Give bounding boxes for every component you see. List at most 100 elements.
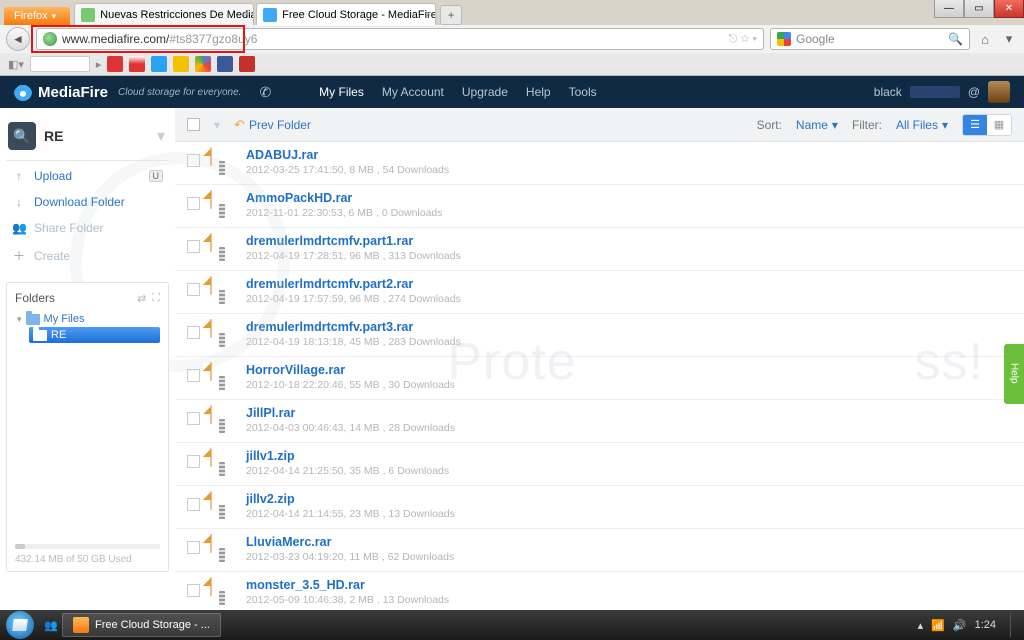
file-row[interactable]: AmmoPackHD.rar2012-11-01 22:30:53, 6 MB … <box>175 185 1024 228</box>
toolbar-dropdown-icon[interactable]: ▾ <box>214 118 220 132</box>
home-button[interactable]: ⌂ <box>976 32 994 47</box>
file-row[interactable]: JillPl.rar2012-04-03 00:46:43, 14 MB , 2… <box>175 400 1024 443</box>
file-checkbox[interactable] <box>187 541 200 554</box>
window-close-button[interactable]: ✕ <box>994 0 1024 18</box>
file-row[interactable]: ADABUJ.rar 2012-03-25 17:41:50, 8 MB , 54… <box>175 142 1024 185</box>
nav-tools[interactable]: Tools <box>569 85 597 99</box>
back-button[interactable]: ◄ <box>6 27 30 51</box>
google-icon <box>777 32 791 46</box>
sidebar-action-share-folder[interactable]: 👥Share Folder <box>6 215 169 241</box>
file-name[interactable]: jillv2.zip <box>246 492 455 506</box>
bookmark-icon[interactable] <box>173 56 189 72</box>
tray-volume-icon[interactable]: 🔊 <box>953 619 967 632</box>
sidebar-action-download-folder[interactable]: ↓Download Folder <box>6 189 169 215</box>
new-tab-button[interactable]: + <box>440 5 462 25</box>
chevron-down-icon: ▾ <box>832 118 838 132</box>
taskbar-pinned-icon[interactable]: 👥 <box>40 619 62 632</box>
file-row[interactable]: jillv1.zip2012-04-14 21:25:50, 35 MB , 6… <box>175 443 1024 486</box>
file-list[interactable]: ADABUJ.rar 2012-03-25 17:41:50, 8 MB , 54… <box>175 142 1024 611</box>
flame-icon <box>14 83 32 101</box>
file-name[interactable]: monster_3.5_HD.rar <box>246 578 449 592</box>
file-row[interactable]: dremulerlmdrtcmfv.part3.rar2012-04-19 18… <box>175 314 1024 357</box>
file-row[interactable]: jillv2.zip2012-04-14 21:14:55, 23 MB , 1… <box>175 486 1024 529</box>
search-bar[interactable]: Google 🔍 <box>770 28 970 50</box>
tab-close-icon[interactable]: × <box>425 9 431 20</box>
nav-upgrade[interactable]: Upgrade <box>462 85 508 99</box>
file-icon <box>210 277 236 307</box>
sidebar-action-create[interactable]: ＋Create <box>6 241 169 270</box>
file-name[interactable]: LluviaMerc.rar <box>246 535 454 549</box>
bookmark-icon[interactable] <box>129 56 145 72</box>
file-row[interactable]: monster_3.5_HD.rar 2012-05-09 10:46:38, 2… <box>175 572 1024 611</box>
sort-dropdown[interactable]: Name ▾ <box>796 118 838 132</box>
start-button[interactable] <box>6 611 34 639</box>
browser-tab[interactable]: Nuevas Restricciones De Mediafire Y ...× <box>74 3 254 25</box>
tree-root[interactable]: ▾ My Files <box>15 311 160 327</box>
expand-icon[interactable]: ⛶ <box>152 292 160 305</box>
file-checkbox[interactable] <box>187 369 200 382</box>
breadcrumb-dropdown-icon[interactable]: ▾ <box>157 126 165 146</box>
file-checkbox[interactable] <box>187 326 200 339</box>
file-name[interactable]: JillPl.rar <box>246 406 455 420</box>
sidebar-toggle-icon[interactable]: ◧▾ <box>8 58 24 71</box>
sidebar-action-upload[interactable]: ↑UploadU <box>6 163 169 189</box>
window-maximize-button[interactable]: ▭ <box>964 0 994 18</box>
mediafire-logo[interactable]: MediaFire Cloud storage for everyone. <box>14 83 241 101</box>
tab-close-icon[interactable]: × <box>243 9 249 20</box>
bookmark-icon[interactable] <box>217 56 233 72</box>
file-row[interactable]: LluviaMerc.rar2012-03-23 04:19:20, 11 MB… <box>175 529 1024 572</box>
tree-selected[interactable]: RE <box>29 327 160 343</box>
nav-my-account[interactable]: My Account <box>382 85 444 99</box>
file-name[interactable]: jillv1.zip <box>246 449 449 463</box>
bookmark-search[interactable] <box>30 56 90 72</box>
file-name[interactable]: dremulerlmdrtcmfv.part2.rar <box>246 277 461 291</box>
file-detail: 2012-03-25 17:41:50, 8 MB , 54 Downloads <box>246 164 449 176</box>
file-name[interactable]: dremulerlmdrtcmfv.part1.rar <box>246 234 461 248</box>
window-minimize-button[interactable]: — <box>934 0 964 18</box>
nav-my-files[interactable]: My Files <box>319 85 364 99</box>
nav-help[interactable]: Help <box>526 85 551 99</box>
file-name[interactable]: HorrorVillage.rar <box>246 363 455 377</box>
file-checkbox[interactable] <box>187 455 200 468</box>
file-checkbox[interactable] <box>187 154 200 167</box>
select-all-checkbox[interactable] <box>187 118 200 131</box>
file-checkbox[interactable] <box>187 240 200 253</box>
taskbar-app-firefox[interactable]: Free Cloud Storage - ... <box>62 613 221 637</box>
filter-dropdown[interactable]: All Files ▾ <box>896 118 948 132</box>
file-row[interactable]: dremulerlmdrtcmfv.part2.rar2012-04-19 17… <box>175 271 1024 314</box>
tray-clock[interactable]: 1:24 <box>975 619 996 631</box>
show-desktop-button[interactable] <box>1010 613 1018 637</box>
search-folder-icon[interactable]: 🔍 <box>8 122 36 150</box>
file-row[interactable]: dremulerlmdrtcmfv.part1.rar2012-04-19 17… <box>175 228 1024 271</box>
tray-show-hidden[interactable]: ▴ <box>918 619 924 632</box>
file-name[interactable]: AmmoPackHD.rar <box>246 191 443 205</box>
bookmark-icon[interactable] <box>107 56 123 72</box>
file-checkbox[interactable] <box>187 283 200 296</box>
file-name[interactable]: ADABUJ.rar <box>246 148 449 162</box>
bookmark-icon[interactable] <box>239 56 255 72</box>
file-name[interactable]: dremulerlmdrtcmfv.part3.rar <box>246 320 461 334</box>
help-side-tab[interactable]: Help <box>1004 344 1024 404</box>
browser-tab[interactable]: Free Cloud Storage - MediaFire× <box>256 3 436 25</box>
url-bar[interactable]: www.mediafire.com/#ts8377gzo8uy6 ⎋ ☆ ▾ <box>36 28 764 50</box>
bookmark-icon[interactable] <box>151 56 167 72</box>
file-row[interactable]: HorrorVillage.rar2012-10-18 22:20:46, 55… <box>175 357 1024 400</box>
prev-folder-link[interactable]: ↶ Prev Folder <box>234 117 311 133</box>
file-detail: 2012-05-09 10:46:38, 2 MB , 13 Downloads <box>246 594 449 606</box>
grid-view-button[interactable]: ▦ <box>987 115 1011 135</box>
file-checkbox[interactable] <box>187 584 200 597</box>
user-menu[interactable]: black @ <box>874 81 1010 103</box>
list-view-button[interactable]: ☰ <box>963 115 987 135</box>
file-checkbox[interactable] <box>187 498 200 511</box>
file-checkbox[interactable] <box>187 197 200 210</box>
file-checkbox[interactable] <box>187 412 200 425</box>
link-icon[interactable]: ⇄ <box>137 292 146 305</box>
tray-network-icon[interactable]: 📶 <box>931 619 945 632</box>
search-submit-icon[interactable]: 🔍 <box>948 32 963 46</box>
downloads-button[interactable]: ▾ <box>1000 31 1018 47</box>
folder-panel-tools[interactable]: ⇄⛶ <box>137 292 160 305</box>
bookmark-icon[interactable] <box>195 56 211 72</box>
phone-icon[interactable]: ✆ <box>259 84 271 101</box>
bookmark-go[interactable]: ▸ <box>96 58 102 71</box>
firefox-menu-button[interactable]: Firefox <box>4 7 70 25</box>
